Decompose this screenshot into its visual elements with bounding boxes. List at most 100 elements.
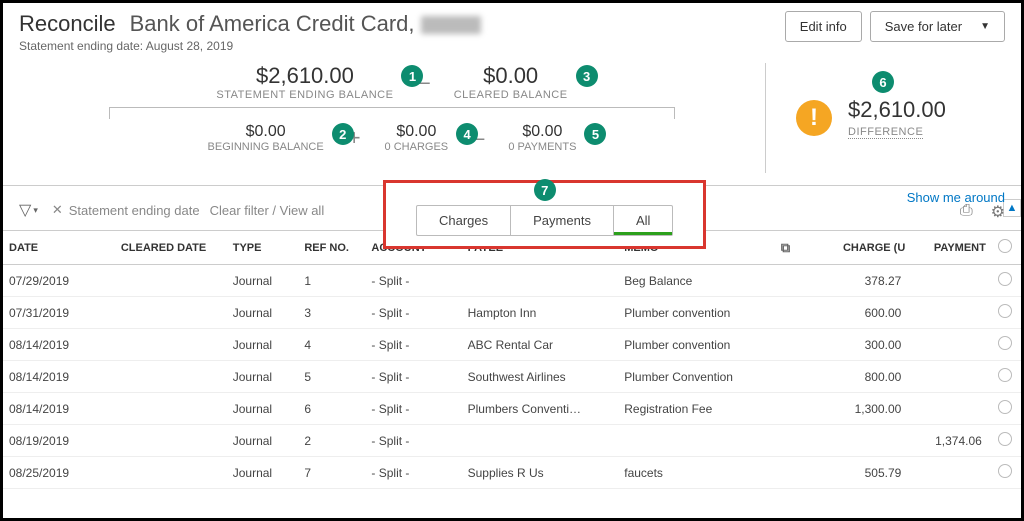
- cell-cleared: [115, 393, 227, 425]
- col-ref[interactable]: REF NO.: [298, 231, 365, 265]
- col-type[interactable]: TYPE: [227, 231, 299, 265]
- tabs-highlight-box: 7 Charges Payments All: [383, 180, 706, 249]
- tab-payments[interactable]: Payments: [511, 206, 614, 235]
- col-payment[interactable]: PAYMENT: [911, 231, 992, 265]
- row-select-circle[interactable]: [998, 336, 1012, 350]
- gear-icon[interactable]: ⚙: [991, 202, 1005, 222]
- cell-charge: 1,300.00: [831, 393, 912, 425]
- cell-select: [992, 265, 1021, 297]
- cell-payment: [911, 457, 992, 489]
- col-select[interactable]: [992, 231, 1021, 265]
- redacted-account-suffix: [421, 16, 481, 34]
- table-row[interactable]: 08/19/2019Journal2- Split -1,374.06: [3, 425, 1021, 457]
- annotation-badge-3: 3: [576, 65, 598, 87]
- cell-type: Journal: [227, 265, 299, 297]
- table-row[interactable]: 08/25/2019Journal7- Split -Supplies R Us…: [3, 457, 1021, 489]
- page-title-text: Reconcile: [19, 11, 116, 37]
- row-select-circle[interactable]: [998, 304, 1012, 318]
- cell-select: [992, 361, 1021, 393]
- table-row[interactable]: 08/14/2019Journal6- Split -Plumbers Conv…: [3, 393, 1021, 425]
- statement-date-subtitle: Statement ending date: August 28, 2019: [19, 39, 785, 53]
- cell-payee: [462, 425, 619, 457]
- cell-cleared: [115, 297, 227, 329]
- edit-info-button[interactable]: Edit info: [785, 11, 862, 42]
- col-date[interactable]: DATE: [3, 231, 115, 265]
- annotation-badge-4: 4: [456, 123, 478, 145]
- annotation-badge-7: 7: [534, 179, 556, 201]
- row-select-circle[interactable]: [998, 464, 1012, 478]
- cell-spacer: [775, 297, 831, 329]
- cell-payee: Hampton Inn: [462, 297, 619, 329]
- cell-ref: 4: [298, 329, 365, 361]
- annotation-badge-5: 5: [584, 123, 606, 145]
- cell-cleared: [115, 425, 227, 457]
- row-select-circle[interactable]: [998, 400, 1012, 414]
- tab-all[interactable]: All: [614, 206, 672, 235]
- col-cleared-date[interactable]: CLEARED DATE: [115, 231, 227, 265]
- annotation-badge-6: 6: [872, 71, 894, 93]
- cell-date: 07/31/2019: [3, 297, 115, 329]
- clear-chip-icon[interactable]: ✕: [52, 202, 63, 218]
- cell-memo: Registration Fee: [618, 393, 775, 425]
- cell-type: Journal: [227, 457, 299, 489]
- filter-chip[interactable]: Statement ending date: [69, 203, 200, 218]
- print-icon[interactable]: ⎙: [960, 202, 973, 222]
- cell-select: [992, 329, 1021, 361]
- cell-payment: [911, 361, 992, 393]
- tab-charges[interactable]: Charges: [417, 206, 511, 235]
- cell-select: [992, 393, 1021, 425]
- header-actions: Edit info Save for later ▼: [785, 11, 1005, 42]
- cell-ref: 2: [298, 425, 365, 457]
- select-all-circle[interactable]: [998, 239, 1012, 253]
- cell-account: - Split -: [365, 297, 461, 329]
- summary-panel: $2,610.00 STATEMENT ENDING BALANCE 1 – $…: [3, 57, 1021, 185]
- cell-account: - Split -: [365, 425, 461, 457]
- cell-payee: Plumbers Conventi…: [462, 393, 619, 425]
- table-toolbar: ▽ ▾ ✕ Statement ending date Clear filter…: [3, 185, 1021, 230]
- table-row[interactable]: 08/14/2019Journal4- Split -ABC Rental Ca…: [3, 329, 1021, 361]
- cell-account: - Split -: [365, 329, 461, 361]
- row-select-circle[interactable]: [998, 432, 1012, 446]
- clear-filter-link[interactable]: Clear filter / View all: [210, 203, 325, 218]
- cell-ref: 3: [298, 297, 365, 329]
- copy-icon: ⧉: [781, 240, 790, 255]
- cell-select: [992, 297, 1021, 329]
- difference-block: 6 $2,610.00 DIFFERENCE: [848, 97, 946, 139]
- filter-icon[interactable]: ▽: [19, 200, 31, 220]
- col-charge[interactable]: CHARGE (U: [831, 231, 912, 265]
- cell-account: - Split -: [365, 265, 461, 297]
- cell-charge: 378.27: [831, 265, 912, 297]
- cell-cleared: [115, 265, 227, 297]
- header-title-block: Reconcile Bank of America Credit Card, S…: [19, 11, 785, 53]
- cell-date: 07/29/2019: [3, 265, 115, 297]
- cell-date: 08/19/2019: [3, 425, 115, 457]
- charges-total: $0.00 0 CHARGES 4: [385, 123, 449, 153]
- cell-payee: Supplies R Us: [462, 457, 619, 489]
- cell-payee: ABC Rental Car: [462, 329, 619, 361]
- cell-cleared: [115, 361, 227, 393]
- filter-chevron-icon[interactable]: ▾: [33, 205, 38, 216]
- save-for-later-button[interactable]: Save for later ▼: [870, 11, 1005, 42]
- cell-spacer: [775, 265, 831, 297]
- cell-date: 08/25/2019: [3, 457, 115, 489]
- table-row[interactable]: 07/31/2019Journal3- Split -Hampton InnPl…: [3, 297, 1021, 329]
- cell-memo: Plumber convention: [618, 329, 775, 361]
- cell-payment: 1,374.06: [911, 425, 992, 457]
- cell-type: Journal: [227, 329, 299, 361]
- beginning-balance: $0.00 BEGINNING BALANCE 2: [208, 123, 324, 153]
- table-row[interactable]: 07/29/2019Journal1- Split -Beg Balance37…: [3, 265, 1021, 297]
- cell-memo: Plumber Convention: [618, 361, 775, 393]
- col-copy[interactable]: ⧉: [775, 231, 831, 265]
- cell-payment: [911, 329, 992, 361]
- page-title: Reconcile Bank of America Credit Card,: [19, 11, 785, 37]
- account-name: Bank of America Credit Card,: [130, 11, 481, 37]
- table-row[interactable]: 08/14/2019Journal5- Split -Southwest Air…: [3, 361, 1021, 393]
- warning-icon: !: [796, 100, 832, 136]
- payments-total: $0.00 0 PAYMENTS 5: [508, 123, 576, 153]
- header: Reconcile Bank of America Credit Card, S…: [3, 3, 1021, 57]
- row-select-circle[interactable]: [998, 272, 1012, 286]
- cell-memo: Plumber convention: [618, 297, 775, 329]
- cell-account: - Split -: [365, 457, 461, 489]
- row-select-circle[interactable]: [998, 368, 1012, 382]
- cell-account: - Split -: [365, 393, 461, 425]
